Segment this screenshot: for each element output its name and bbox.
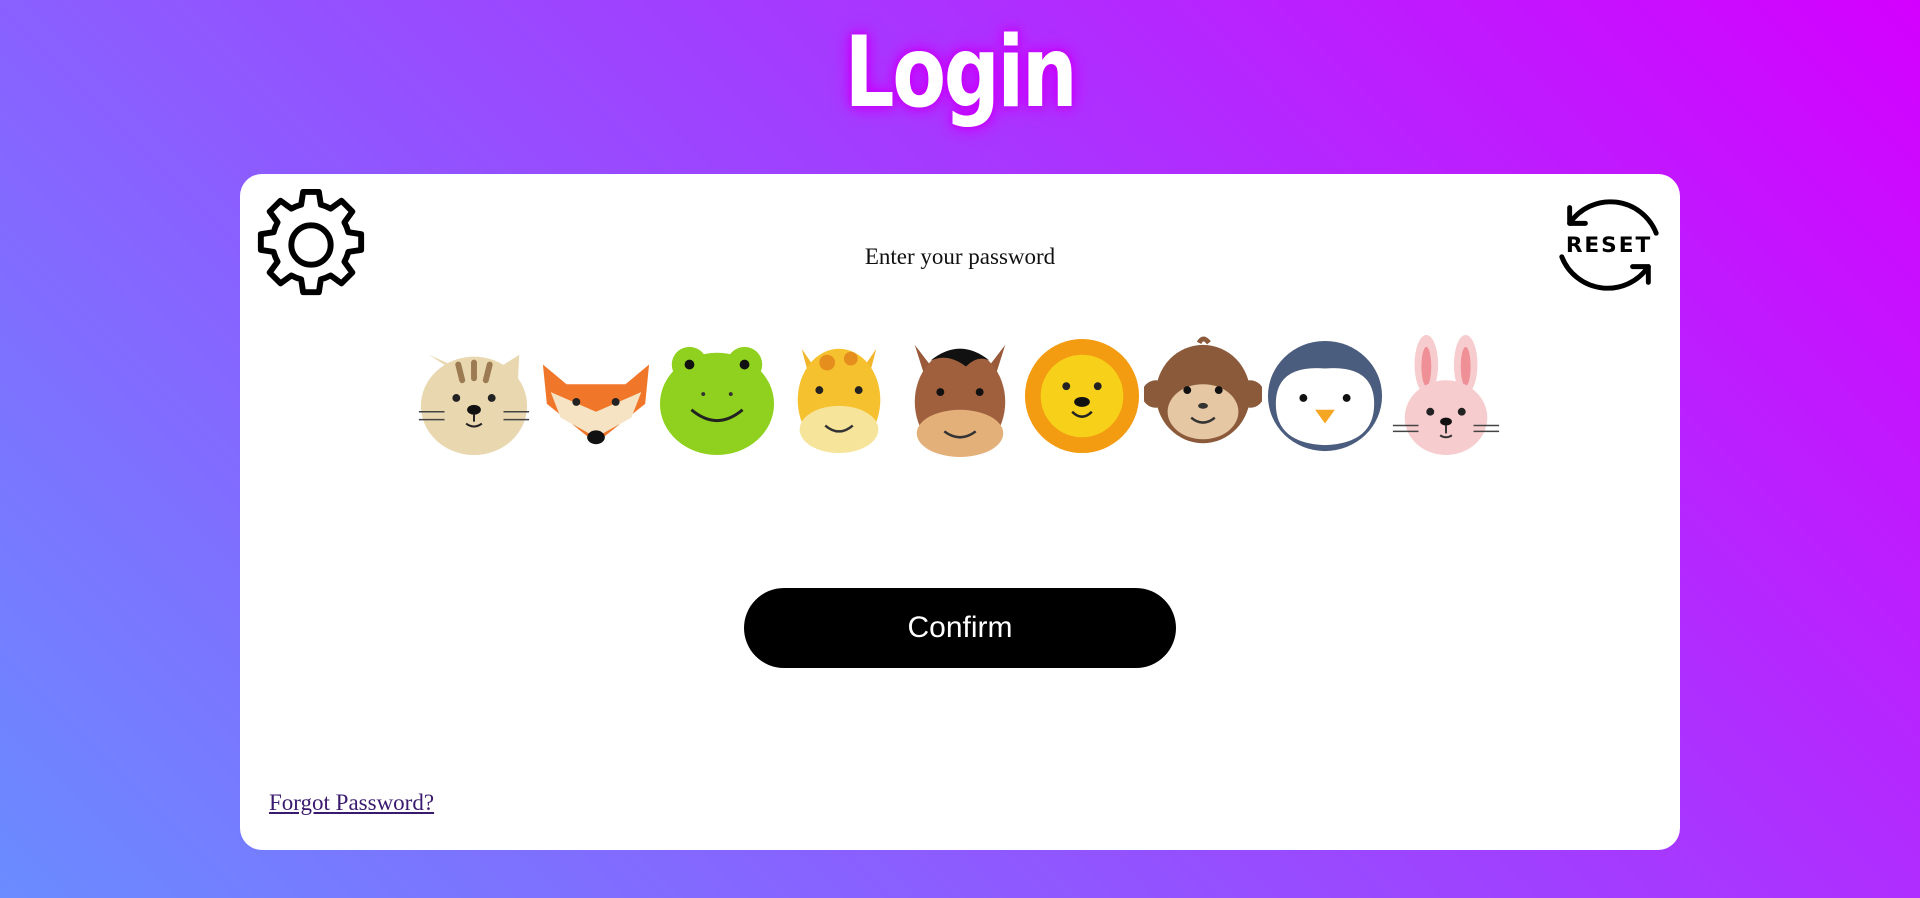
confirm-button[interactable]: Confirm [744, 588, 1176, 668]
password-prompt: Enter your password [864, 244, 1056, 269]
monkey-icon[interactable] [1144, 334, 1262, 459]
giraffe-icon[interactable] [780, 334, 898, 459]
lion-icon[interactable] [1023, 334, 1141, 459]
fox-icon[interactable] [537, 334, 655, 459]
penguin-icon[interactable] [1266, 334, 1384, 459]
animal-password-row [415, 334, 1505, 459]
login-card: RESET Enter your password Confirm Forgot… [240, 174, 1680, 850]
horse-icon[interactable] [901, 334, 1019, 459]
page-title: Login [844, 16, 1078, 130]
forgot-password-link[interactable]: Forgot Password? [269, 790, 434, 816]
frog-icon[interactable] [658, 334, 776, 459]
rabbit-icon[interactable] [1387, 334, 1505, 459]
cat-icon[interactable] [415, 334, 533, 459]
